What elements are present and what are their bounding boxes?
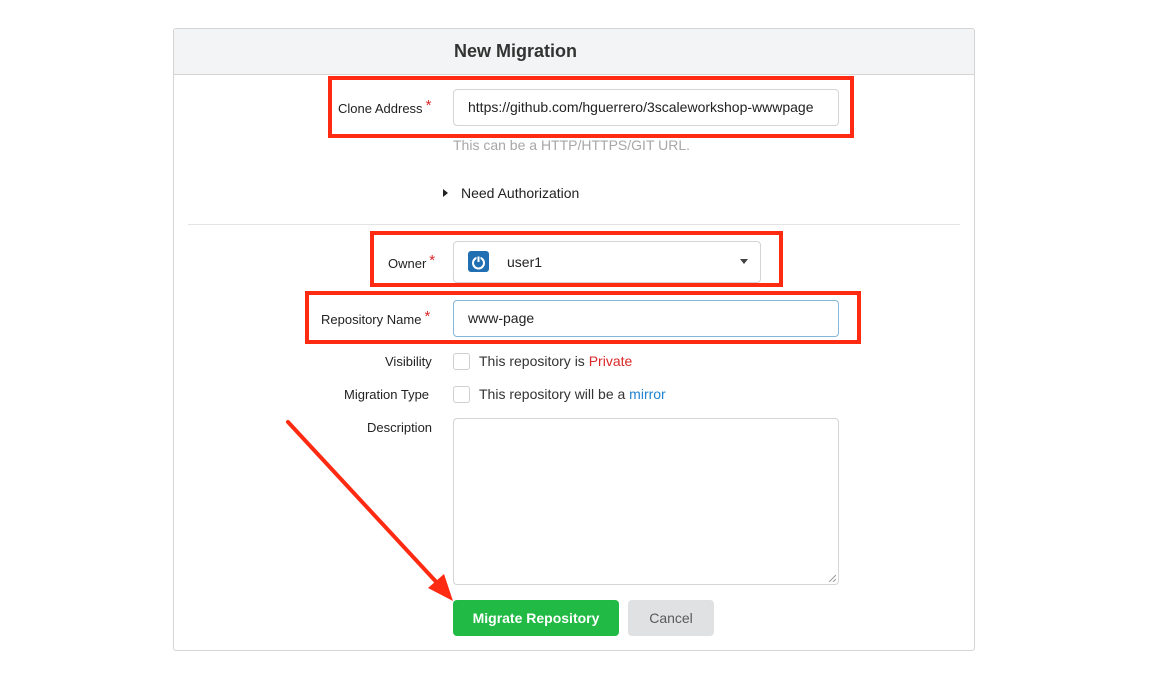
visibility-text: This repository is Private xyxy=(479,353,632,369)
caret-right-icon xyxy=(443,189,448,197)
annotation-box-clone-address xyxy=(328,76,854,138)
mirror-checkbox[interactable] xyxy=(453,386,470,403)
mirror-emphasis: mirror xyxy=(629,386,666,402)
visibility-checkbox[interactable] xyxy=(453,353,470,370)
clone-address-help: This can be a HTTP/HTTPS/GIT URL. xyxy=(453,137,691,153)
migration-type-text: This repository will be a mirror xyxy=(479,386,666,402)
need-authorization-label: Need Authorization xyxy=(461,185,580,201)
visibility-label: Visibility xyxy=(385,354,432,369)
need-authorization-toggle[interactable]: Need Authorization xyxy=(443,185,579,201)
migrate-repository-button[interactable]: Migrate Repository xyxy=(453,600,619,636)
visibility-text-main: This repository is xyxy=(479,353,589,369)
description-label: Description xyxy=(367,420,433,435)
annotation-box-owner xyxy=(370,231,783,287)
page-title: New Migration xyxy=(454,41,578,61)
section-divider xyxy=(188,224,960,225)
cancel-button[interactable]: Cancel xyxy=(628,600,714,636)
resize-handle-icon[interactable] xyxy=(828,574,836,582)
private-emphasis: Private xyxy=(588,353,633,369)
migration-type-label: Migration Type xyxy=(344,387,430,402)
annotation-box-repository-name xyxy=(305,291,861,344)
migration-type-text-main: This repository will be a xyxy=(479,386,630,402)
description-textarea[interactable] xyxy=(453,418,839,585)
panel-header: New Migration xyxy=(174,29,974,75)
